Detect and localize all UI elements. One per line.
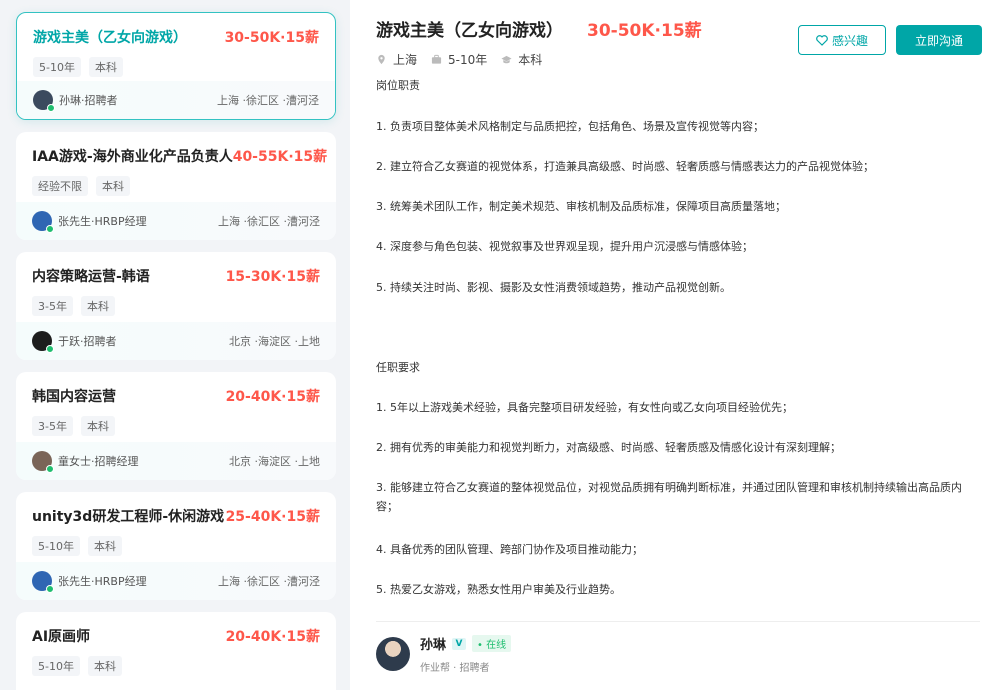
requirement-item: 4. 具备优秀的团队管理、跨部门协作及项目推动能力； xyxy=(376,543,643,556)
detail-experience: 5-10年 xyxy=(448,53,488,67)
job-title: 游戏主美（乙女向游戏） xyxy=(33,30,187,46)
requirement-item: 3. 能够建立符合乙女赛道的整体视觉品位，对视觉品质拥有明确判断标准，并通过团队… xyxy=(376,481,962,513)
interest-label: 感兴趣 xyxy=(831,33,868,48)
tag-degree: 本科 xyxy=(96,176,130,196)
tag-experience: 5-10年 xyxy=(33,57,81,77)
avatar xyxy=(32,571,54,593)
job-card[interactable]: 韩国内容运营 20-40K·15薪 3-5年 本科 童女士·招聘经理 北京 ·海… xyxy=(16,372,336,480)
duty-item: 3. 统筹美术团队工作，制定美术规范、审核机制及品质标准，保障项目高质量落地； xyxy=(376,200,786,213)
detail-salary: 30-50K·15薪 xyxy=(587,21,702,41)
tag-experience: 3-5年 xyxy=(32,416,73,436)
job-location: 上海 ·徐汇区 ·漕河泾 xyxy=(217,94,319,107)
recruiter-info[interactable]: 孙琳 V • 在线 作业帮 · 招聘者 xyxy=(376,634,512,674)
online-dot xyxy=(46,465,54,473)
avatar xyxy=(32,331,54,353)
interest-button[interactable]: 感兴趣 xyxy=(798,25,886,55)
job-location: 上海 ·徐汇区 ·漕河泾 xyxy=(218,575,320,588)
job-card[interactable]: IAA游戏-海外商业化产品负责人 40-55K·15薪 经验不限 本科 张先生·… xyxy=(16,132,336,240)
avatar xyxy=(32,211,54,233)
requirement-item: 5. 热爱乙女游戏，熟悉女性用户审美及行业趋势。 xyxy=(376,583,621,596)
tag-experience: 5-10年 xyxy=(32,656,80,676)
requirement-item: 1. 5年以上游戏美术经验，具备完整项目研发经验，有女性向或乙女向项目经验优先； xyxy=(376,401,793,414)
job-salary: 25-40K·15薪 xyxy=(225,509,320,525)
job-list: 游戏主美（乙女向游戏） 30-50K·15薪 5-10年 本科 孙琳·招聘者 上… xyxy=(0,0,350,690)
job-detail-panel: 游戏主美（乙女向游戏） 30-50K·15薪 上海 5-10年 本科 感兴趣 立… xyxy=(350,0,1000,690)
online-dot xyxy=(46,585,54,593)
job-salary: 30-50K·15薪 xyxy=(224,30,319,46)
tag-experience: 5-10年 xyxy=(32,536,80,556)
job-salary: 20-40K·15薪 xyxy=(225,629,320,645)
recruiter-name: 孙琳 xyxy=(420,638,447,653)
recruiter-name: 童女士·招聘经理 xyxy=(58,455,139,468)
detail-title: 游戏主美（乙女向游戏） xyxy=(376,21,563,41)
divider xyxy=(376,621,980,622)
briefcase-icon xyxy=(431,54,442,64)
job-salary: 20-40K·15薪 xyxy=(225,389,320,405)
job-card[interactable]: unity3d研发工程师-休闲游戏 25-40K·15薪 5-10年 本科 张先… xyxy=(16,492,336,600)
location-icon xyxy=(378,54,385,65)
job-card[interactable]: 游戏主美（乙女向游戏） 30-50K·15薪 5-10年 本科 孙琳·招聘者 上… xyxy=(16,12,336,120)
tag-degree: 本科 xyxy=(88,57,123,77)
tag-degree: 本科 xyxy=(80,296,115,316)
online-dot xyxy=(46,225,54,233)
duty-item: 5. 持续关注时尚、影视、摄影及女性消费领域趋势，推动产品视觉创新。 xyxy=(376,281,731,294)
tag-experience: 3-5年 xyxy=(32,296,73,316)
job-salary: 40-55K·15薪 xyxy=(232,149,328,165)
detail-degree: 本科 xyxy=(518,53,543,67)
recruiter-avatar xyxy=(376,637,410,671)
duty-item: 4. 深度参与角色包装、视觉叙事及世界观呈现，提升用户沉浸感与情感体验； xyxy=(376,240,753,253)
requirement-heading: 任职要求 xyxy=(376,361,420,374)
degree-icon xyxy=(501,55,512,64)
duty-item: 1. 负责项目整体美术风格制定与品质把控，包括角色、场景及宣传视觉等内容； xyxy=(376,120,764,133)
verified-icon: V xyxy=(452,637,467,650)
job-title: 韩国内容运营 xyxy=(32,389,116,405)
job-card[interactable]: AI原画师 20-40K·15薪 5-10年 本科 xyxy=(16,612,336,690)
job-title: IAA游戏-海外商业化产品负责人 xyxy=(32,149,233,165)
tag-degree: 本科 xyxy=(80,416,115,436)
tag-experience: 经验不限 xyxy=(32,176,88,196)
recruiter-name: 张先生·HRBP经理 xyxy=(58,215,147,228)
duty-heading: 岗位职责 xyxy=(376,79,420,92)
job-title: AI原画师 xyxy=(32,629,91,645)
online-dot xyxy=(47,104,55,112)
recruiter-name: 孙琳·招聘者 xyxy=(59,94,118,107)
job-location: 北京 ·海淀区 ·上地 xyxy=(229,455,320,468)
online-dot xyxy=(46,345,54,353)
tag-degree: 本科 xyxy=(87,656,122,676)
detail-city: 上海 xyxy=(393,53,418,67)
online-status: • 在线 xyxy=(472,635,512,652)
duty-item: 2. 建立符合乙女赛道的视觉体系，打造兼具高级感、时尚感、轻奢质感与情感表达力的… xyxy=(376,160,874,173)
job-title: unity3d研发工程师-休闲游戏 xyxy=(32,509,225,525)
job-location: 上海 ·徐汇区 ·漕河泾 xyxy=(218,215,320,228)
chat-button[interactable]: 立即沟通 xyxy=(896,25,982,55)
avatar xyxy=(33,90,55,112)
job-card[interactable]: 内容策略运营-韩语 15-30K·15薪 3-5年 本科 于跃·招聘者 北京 ·… xyxy=(16,252,336,360)
tag-degree: 本科 xyxy=(87,536,122,556)
heart-icon xyxy=(816,34,828,46)
avatar xyxy=(32,451,54,473)
job-location: 北京 ·海淀区 ·上地 xyxy=(229,335,320,348)
job-title: 内容策略运营-韩语 xyxy=(32,269,150,285)
job-salary: 15-30K·15薪 xyxy=(225,269,320,285)
recruiter-name: 张先生·HRBP经理 xyxy=(58,575,147,588)
recruiter-company: 作业帮 · 招聘者 xyxy=(420,663,490,674)
recruiter-name: 于跃·招聘者 xyxy=(58,335,117,348)
requirement-item: 2. 拥有优秀的审美能力和视觉判断力，对高级感、时尚感、轻奢质感及情感化设计有深… xyxy=(376,441,841,454)
